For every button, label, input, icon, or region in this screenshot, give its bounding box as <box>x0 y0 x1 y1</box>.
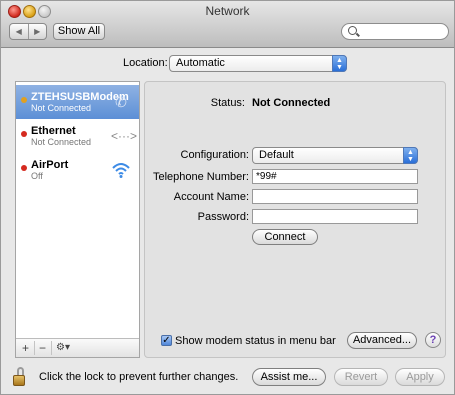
account-name-field[interactable] <box>252 189 418 204</box>
location-label: Location: <box>123 57 168 69</box>
service-list-toolbar: + − ⚙▾ <box>16 338 139 357</box>
revert-button[interactable]: Revert <box>334 368 388 386</box>
show-all-button[interactable]: Show All <box>53 23 105 40</box>
status-dot-icon <box>21 97 27 103</box>
advanced-button[interactable]: Advanced... <box>347 332 417 349</box>
status-dot-icon <box>21 165 27 171</box>
title-bar: Network ◀ ▶ Show All <box>1 1 454 48</box>
assist-me-button[interactable]: Assist me... <box>252 368 326 386</box>
service-list: ZTEHSUSBModem Not Connected ✆ Ethernet N… <box>15 81 140 358</box>
popup-arrows-icon: ▲ ▼ <box>332 55 347 72</box>
ethernet-arrows-icon: <···> <box>111 129 138 143</box>
window-title: Network <box>205 4 250 18</box>
phone-handset-icon: ✆ <box>115 94 127 110</box>
location-popup[interactable]: Automatic ▲ ▼ <box>169 55 347 72</box>
wifi-icon <box>111 161 131 179</box>
status-label: Status: <box>210 97 245 109</box>
configuration-popup[interactable]: Default ▲ ▼ <box>252 147 418 164</box>
add-service-button[interactable]: + <box>22 341 29 355</box>
forward-arrow-icon[interactable]: ▶ <box>27 24 47 39</box>
telephone-number-field[interactable]: *99# <box>252 169 418 184</box>
remove-service-button[interactable]: − <box>39 341 46 355</box>
divider <box>34 341 35 355</box>
service-status: Not Connected <box>31 137 92 147</box>
gear-action-button[interactable]: ⚙▾ <box>56 341 70 355</box>
account-name-label: Account Name: <box>173 191 249 203</box>
service-status: Not Connected <box>31 103 92 113</box>
lock-icon[interactable] <box>13 367 27 387</box>
connect-button[interactable]: Connect <box>252 229 318 245</box>
configuration-label: Configuration: <box>180 149 250 161</box>
back-forward-control: ◀ ▶ <box>9 23 47 40</box>
lock-body <box>13 375 25 386</box>
divider <box>51 341 52 355</box>
back-arrow-icon[interactable]: ◀ <box>10 24 28 39</box>
password-label: Password: <box>197 211 249 223</box>
service-item-airport[interactable]: AirPort Off <box>16 153 139 187</box>
status-dot-icon <box>21 131 27 137</box>
service-item-ethernet[interactable]: Ethernet Not Connected <···> <box>16 119 139 153</box>
service-name: Ethernet <box>31 125 76 137</box>
configuration-value: Default <box>259 149 294 161</box>
bottom-bar: Click the lock to prevent further change… <box>1 360 454 394</box>
help-button[interactable]: ? <box>425 332 441 348</box>
network-preferences-window: Network ◀ ▶ Show All Location: Automatic… <box>0 0 455 395</box>
service-name: AirPort <box>31 159 69 171</box>
search-icon <box>348 26 357 35</box>
service-status: Off <box>31 171 43 181</box>
popup-arrows-icon: ▲ ▼ <box>403 147 418 164</box>
show-modem-status-label: Show modem status in menu bar <box>175 335 336 347</box>
lock-message: Click the lock to prevent further change… <box>39 371 239 383</box>
apply-button[interactable]: Apply <box>395 368 445 386</box>
show-modem-status-checkbox[interactable]: ✓ <box>161 335 172 346</box>
search-field[interactable] <box>341 23 449 40</box>
service-item-ztehsusbmodem[interactable]: ZTEHSUSBModem Not Connected ✆ <box>16 85 139 119</box>
location-value: Automatic <box>176 57 225 69</box>
password-field[interactable] <box>252 209 418 224</box>
status-value: Not Connected <box>252 97 331 109</box>
telephone-label: Telephone Number: <box>152 171 249 183</box>
